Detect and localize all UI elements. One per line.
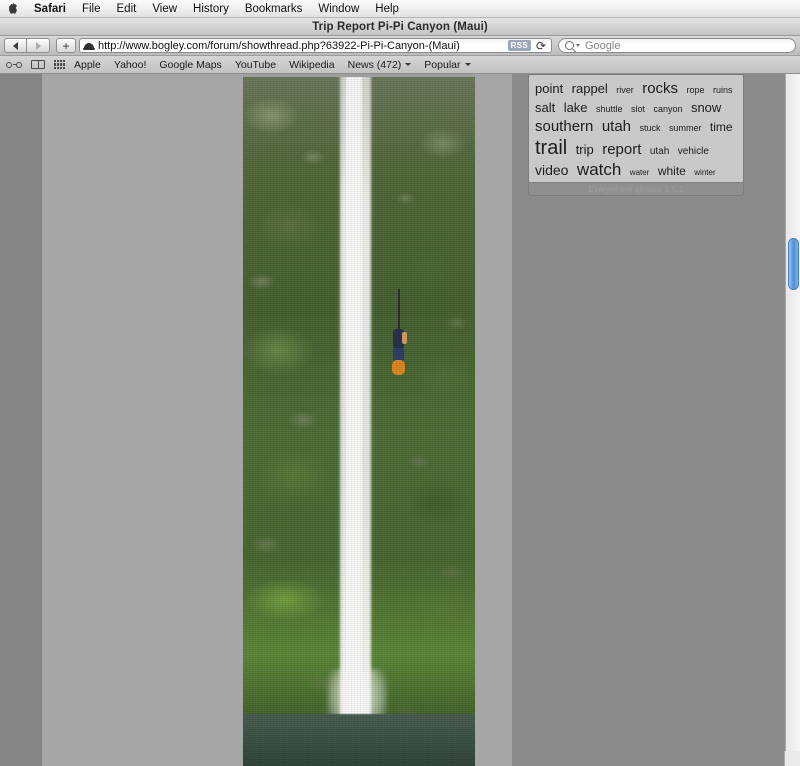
bookmark-label: Google Maps [159,58,222,71]
browser-toolbar: + http://www.bogley.com/forum/showthread… [0,36,800,56]
bookmark-label: News (472) [347,58,402,71]
menu-help[interactable]: Help [367,0,407,18]
menu-edit[interactable]: Edit [109,0,145,18]
chevron-down-icon [464,63,471,66]
chevron-down-icon [405,63,412,66]
column-gutter [512,74,528,766]
tag-link[interactable]: lake [564,100,588,115]
tag-link[interactable]: time [710,120,733,134]
menu-view[interactable]: View [144,0,185,18]
bookmark-label: Wikipedia [289,58,335,71]
search-icon [565,41,574,50]
tag-link[interactable]: river [616,85,634,95]
menu-safari[interactable]: Safari [26,0,74,18]
bookmark-label: Yahoo! [113,58,147,71]
menu-file[interactable]: File [74,0,109,18]
bookmark-youtube[interactable]: YouTube [235,59,276,71]
menu-history[interactable]: History [185,0,237,18]
menu-window[interactable]: Window [310,0,367,18]
address-bar-value: http://www.bogley.com/forum/showthread.p… [98,39,460,52]
tag-link[interactable]: ruins [713,85,733,95]
tag-link[interactable]: white [658,164,686,178]
page-title: Trip Report Pi-Pi Canyon (Maui) [312,20,488,33]
apple-menu[interactable] [0,2,26,15]
tag-link[interactable]: trip [576,142,594,157]
title-bar[interactable]: Trip Report Pi-Pi Canyon (Maui) [0,18,800,36]
search-input[interactable]: Google [558,38,796,53]
bookmark-popular[interactable]: Popular [424,58,471,71]
bookmark-label: Popular [424,58,461,71]
tag-link[interactable]: utah [650,146,669,157]
tag-link[interactable]: rappel [572,81,608,96]
vertical-scrollbar-thumb[interactable] [788,238,799,290]
tag-link[interactable]: winter [694,168,715,177]
safari-window: Safari File Edit View History Bookmarks … [0,0,800,766]
tag-link[interactable]: trail [535,137,567,159]
tag-link[interactable]: water [630,168,650,177]
vertical-scrollbar[interactable] [785,74,800,766]
tag-cloud-footer: Everywhere glossar 1.5.1 [528,182,744,196]
forward-arrow-icon [35,41,41,50]
tag-cloud-footer-label: Everywhere glossar 1.5.1 [588,184,684,194]
forward-button[interactable] [27,38,50,53]
tag-link[interactable]: rope [687,85,705,95]
navigation-buttons [4,38,50,53]
waterfall-photo[interactable] [243,74,475,766]
rss-button[interactable]: RSS [507,40,531,51]
search-placeholder: Google [585,39,621,52]
top-sites-grid-icon[interactable] [54,60,65,69]
tag-link[interactable]: vehicle [678,146,709,157]
tag-link[interactable]: slot [631,104,645,114]
add-bookmark-button[interactable]: + [56,38,76,53]
site-favicon-icon [83,40,95,51]
tag-link[interactable]: video [535,162,568,178]
bookmark-news[interactable]: News (472) [348,59,412,71]
page-left-margin [0,74,42,766]
reload-icon[interactable]: ⟳ [534,39,548,53]
tag-link[interactable]: salt [535,100,555,115]
back-arrow-icon [13,41,18,50]
tag-cloud: point rappel river rocks rope ruins salt… [528,74,744,185]
menu-bar: Safari File Edit View History Bookmarks … [0,0,800,18]
tag-link[interactable]: stuck [639,123,660,133]
bookmark-yahoo[interactable]: Yahoo! [114,59,147,71]
address-bar[interactable]: http://www.bogley.com/forum/showthread.p… [79,38,552,53]
tag-link[interactable]: utah [602,118,631,135]
reader-glasses-icon[interactable] [6,61,22,69]
bookmark-wikipedia[interactable]: Wikipedia [289,59,335,71]
tag-link[interactable]: report [602,141,641,158]
tag-link[interactable]: point [535,81,563,96]
post-content-column [42,74,512,766]
bookmark-google-maps[interactable]: Google Maps [159,59,221,71]
bookmark-label: Apple [74,58,101,71]
chevron-down-icon[interactable] [576,44,580,47]
tag-link[interactable]: watch [577,160,621,179]
page-content: point rappel river rocks rope ruins salt… [0,74,800,766]
scrollbar-corner [784,751,800,766]
menu-bookmarks[interactable]: Bookmarks [237,0,311,18]
tag-link[interactable]: canyon [653,104,682,114]
bookmarks-bar: Apple Yahoo! Google Maps YouTube Wikiped… [0,56,800,74]
apple-logo-icon [9,2,17,15]
tag-link[interactable]: summer [669,123,702,133]
tag-link[interactable]: shuttle [596,104,623,114]
sidebar-column: point rappel river rocks rope ruins salt… [528,74,776,766]
bookmarks-book-icon[interactable] [31,60,45,69]
bookmark-label: YouTube [234,58,277,71]
tag-link[interactable]: snow [691,100,721,115]
back-button[interactable] [4,38,27,53]
tag-link[interactable]: rocks [642,80,678,97]
tag-cloud-list: point rappel river rocks rope ruins salt… [535,80,737,181]
tag-link[interactable]: southern [535,118,593,135]
bookmark-apple[interactable]: Apple [74,59,101,71]
